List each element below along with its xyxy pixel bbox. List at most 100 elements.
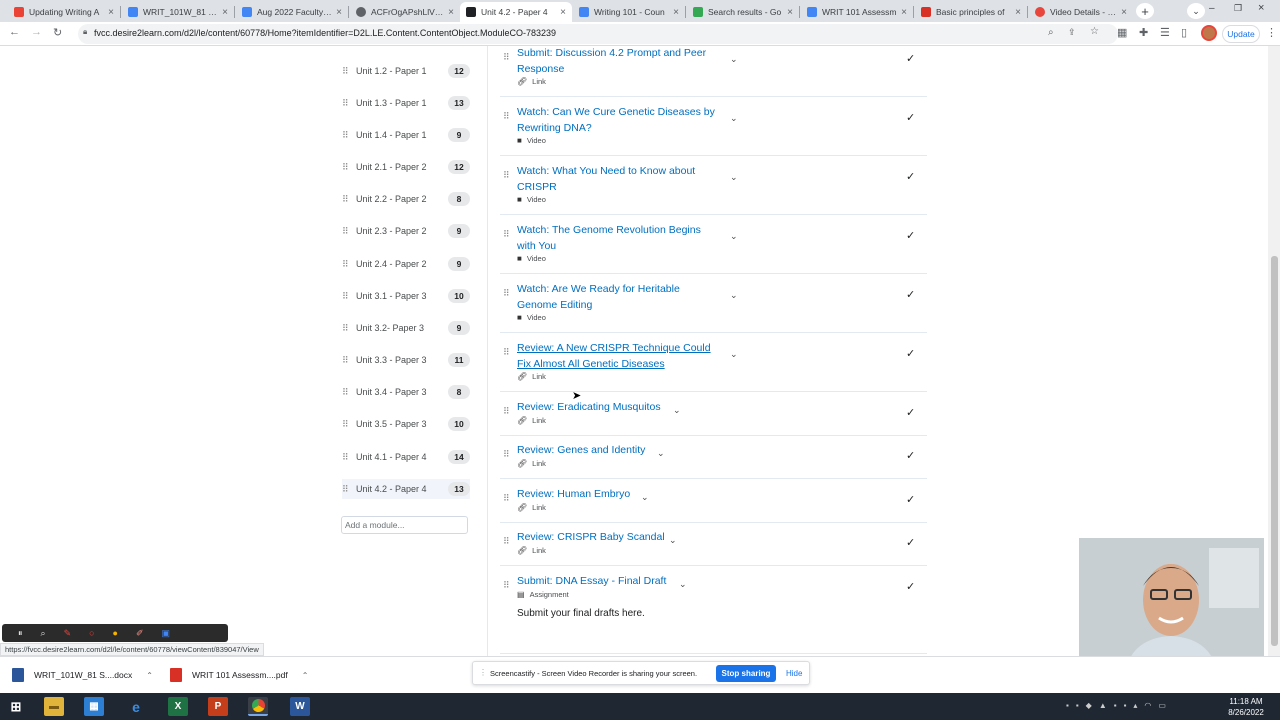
module-item[interactable]: ⠿ Unit 4.1 - Paper 4 14 bbox=[342, 447, 470, 467]
drag-handle-icon[interactable]: ⠿ bbox=[503, 493, 509, 504]
module-item[interactable]: ⠿ Unit 3.4 - Paper 3 8 bbox=[342, 382, 470, 402]
word-icon[interactable]: W bbox=[290, 697, 310, 716]
profile-avatar-icon[interactable] bbox=[1201, 25, 1217, 41]
browser-tab-active[interactable]: Unit 4.2 - Paper 4 × bbox=[460, 2, 572, 22]
topic-title-link[interactable]: Submit: Discussion 4.2 Prompt and Peer R… bbox=[517, 46, 717, 77]
search-icon[interactable]: ⌕ bbox=[1048, 27, 1054, 38]
close-tab-icon[interactable]: × bbox=[787, 7, 793, 18]
stop-sharing-button[interactable]: Stop sharing bbox=[716, 665, 776, 682]
chevron-down-icon[interactable]: ⌄ bbox=[730, 113, 738, 124]
address-bar[interactable]: 🔒︎ fvcc.desire2learn.com/d2l/le/content/… bbox=[78, 24, 1118, 44]
chevron-down-icon[interactable]: ⌄ bbox=[669, 535, 677, 546]
chevron-down-icon[interactable]: ⌄ bbox=[641, 492, 649, 503]
taskbar-clock[interactable]: 11:18 AM 8/26/2022 bbox=[1218, 696, 1274, 718]
powerpoint-icon[interactable]: P bbox=[208, 697, 228, 716]
reload-icon[interactable]: ↻ bbox=[53, 26, 62, 39]
shape-icon[interactable]: ○ bbox=[89, 628, 94, 638]
close-tab-icon[interactable]: × bbox=[673, 7, 679, 18]
close-tab-icon[interactable]: × bbox=[1121, 7, 1127, 18]
drag-handle-icon[interactable]: ⠿ bbox=[503, 406, 509, 417]
chevron-down-icon[interactable]: ⌄ bbox=[730, 349, 738, 360]
close-tab-icon[interactable]: × bbox=[1015, 7, 1021, 18]
topic-title-link[interactable]: Review: Eradicating Musquitos bbox=[517, 400, 687, 416]
drag-handle-icon[interactable]: ⠿ bbox=[342, 226, 352, 237]
topic-title-link[interactable]: Review: Human Embryo bbox=[517, 487, 687, 503]
module-item[interactable]: ⠿ Unit 1.4 - Paper 1 9 bbox=[342, 125, 470, 145]
excel-icon[interactable]: X bbox=[168, 697, 188, 716]
puzzle-icon[interactable]: ✚ bbox=[1139, 26, 1148, 39]
drag-handle-icon[interactable]: ⠿ bbox=[342, 484, 352, 495]
module-item[interactable]: ⠿ Unit 2.4 - Paper 2 9 bbox=[342, 254, 470, 274]
browser-tab[interactable]: Aug 2022 Faculty In × bbox=[236, 2, 348, 22]
module-item-active[interactable]: ⠿ Unit 4.2 - Paper 4 13 bbox=[342, 479, 470, 499]
drag-handle-icon[interactable]: ⠿ bbox=[342, 259, 352, 270]
browser-tab[interactable]: ACFrOgAPshLlVhg × bbox=[350, 2, 460, 22]
drag-handle-icon[interactable]: ⠿ bbox=[342, 130, 352, 141]
restore-icon[interactable]: ❐ bbox=[1234, 3, 1242, 14]
minimize-icon[interactable]: – bbox=[1209, 3, 1215, 14]
internet-explorer-icon[interactable]: e bbox=[126, 697, 146, 716]
topic-title-link[interactable]: Watch: Are We Ready for Heritable Genome… bbox=[517, 282, 717, 313]
drag-handle-icon[interactable]: ⠿ bbox=[503, 229, 509, 240]
drag-handle-icon[interactable]: ⠿ bbox=[342, 66, 352, 77]
module-item[interactable]: ⠿ Unit 3.2- Paper 3 9 bbox=[342, 318, 470, 338]
forward-arrow-icon[interactable]: → bbox=[31, 26, 42, 38]
close-tab-icon[interactable]: × bbox=[108, 7, 114, 18]
module-item[interactable]: ⠿ Unit 2.3 - Paper 2 9 bbox=[342, 221, 470, 241]
chrome-icon[interactable] bbox=[248, 697, 268, 716]
drag-handle-icon[interactable]: ⠿ bbox=[342, 291, 352, 302]
side-panel-icon[interactable]: ▯ bbox=[1181, 26, 1187, 39]
tab-search-icon[interactable]: ⌄ bbox=[1187, 3, 1205, 19]
drag-handle-icon[interactable]: ⠿ bbox=[503, 52, 509, 63]
new-tab-icon[interactable]: + bbox=[1136, 3, 1154, 19]
module-item[interactable]: ⠿ Unit 1.3 - Paper 1 13 bbox=[342, 93, 470, 113]
screen-icon[interactable]: ▣ bbox=[162, 628, 171, 639]
module-item[interactable]: ⠿ Unit 1.2 - Paper 1 12 bbox=[342, 61, 470, 81]
window-close-icon[interactable]: × bbox=[1258, 2, 1264, 14]
drag-handle-icon[interactable]: ⠿ bbox=[503, 170, 509, 181]
drag-handle-icon[interactable]: ⠿ bbox=[342, 387, 352, 398]
eraser-icon[interactable]: ✐ bbox=[136, 628, 144, 639]
topic-title-link[interactable]: Submit: DNA Essay - Final Draft bbox=[517, 574, 687, 590]
chevron-up-icon[interactable]: ⌃ bbox=[302, 671, 309, 680]
browser-tab[interactable]: Basic principles of × bbox=[915, 2, 1027, 22]
back-arrow-icon[interactable]: ← bbox=[9, 26, 20, 38]
update-button[interactable]: Update bbox=[1222, 25, 1260, 43]
chevron-down-icon[interactable]: ⌄ bbox=[657, 448, 665, 459]
close-tab-icon[interactable]: × bbox=[560, 7, 566, 18]
sticker-icon[interactable]: ● bbox=[113, 628, 118, 638]
topic-title-link[interactable]: Watch: The Genome Revolution Begins with… bbox=[517, 223, 717, 254]
pen-icon[interactable]: ✎ bbox=[64, 628, 72, 639]
drag-handle-icon[interactable]: ⠿ bbox=[342, 355, 352, 366]
download-item[interactable]: WRIT 101 Assessm....pdf ⌃ bbox=[170, 665, 308, 685]
zoom-icon[interactable]: ⌕ bbox=[41, 628, 46, 639]
reading-list-icon[interactable]: ☰ bbox=[1160, 26, 1170, 39]
pause-icon[interactable]: ⏸ bbox=[18, 628, 23, 639]
share-icon[interactable]: ⇪ bbox=[1068, 27, 1076, 38]
drag-handle-icon[interactable]: ⠿ bbox=[342, 98, 352, 109]
drag-handle-icon[interactable]: ⠿ bbox=[342, 162, 352, 173]
drag-handle-icon[interactable]: ⠿ bbox=[342, 323, 352, 334]
page-scrollbar[interactable] bbox=[1268, 46, 1280, 656]
chevron-down-icon[interactable]: ⌄ bbox=[730, 54, 738, 65]
file-explorer-icon[interactable]: ▬ bbox=[44, 697, 64, 716]
drag-handle-icon[interactable]: ⠿ bbox=[342, 452, 352, 463]
more-menu-icon[interactable]: ⋮ bbox=[1266, 26, 1277, 39]
close-tab-icon[interactable]: × bbox=[448, 7, 454, 18]
drag-handle-icon[interactable]: ⠿ bbox=[503, 288, 509, 299]
chevron-down-icon[interactable]: ⌄ bbox=[730, 231, 738, 242]
drag-handle-icon[interactable]: ⠿ bbox=[503, 580, 509, 591]
browser-tab[interactable]: Updating Writing A × bbox=[8, 2, 120, 22]
chevron-down-icon[interactable]: ⌄ bbox=[679, 579, 687, 590]
topic-title-link[interactable]: Review: CRISPR Baby Scandal bbox=[517, 530, 687, 546]
system-tray-icons[interactable]: ▪▪◆▲▪▪▴◠▭ bbox=[1066, 701, 1173, 710]
drag-handle-icon[interactable]: ⠿ bbox=[503, 111, 509, 122]
module-item[interactable]: ⠿ Unit 3.3 - Paper 3 11 bbox=[342, 350, 470, 370]
browser-tab[interactable]: Video Details - Scre × bbox=[1029, 2, 1133, 22]
chevron-down-icon[interactable]: ⌄ bbox=[673, 405, 681, 416]
topic-title-link[interactable]: Watch: Can We Cure Genetic Diseases by R… bbox=[517, 105, 717, 136]
topic-title-link[interactable]: Review: A New CRISPR Technique Could Fix… bbox=[517, 341, 717, 372]
browser-tab[interactable]: Search results - Go × bbox=[687, 2, 799, 22]
browser-tab[interactable]: WRIT_101W_81 SP.. × bbox=[122, 2, 234, 22]
close-tab-icon[interactable]: × bbox=[222, 7, 228, 18]
